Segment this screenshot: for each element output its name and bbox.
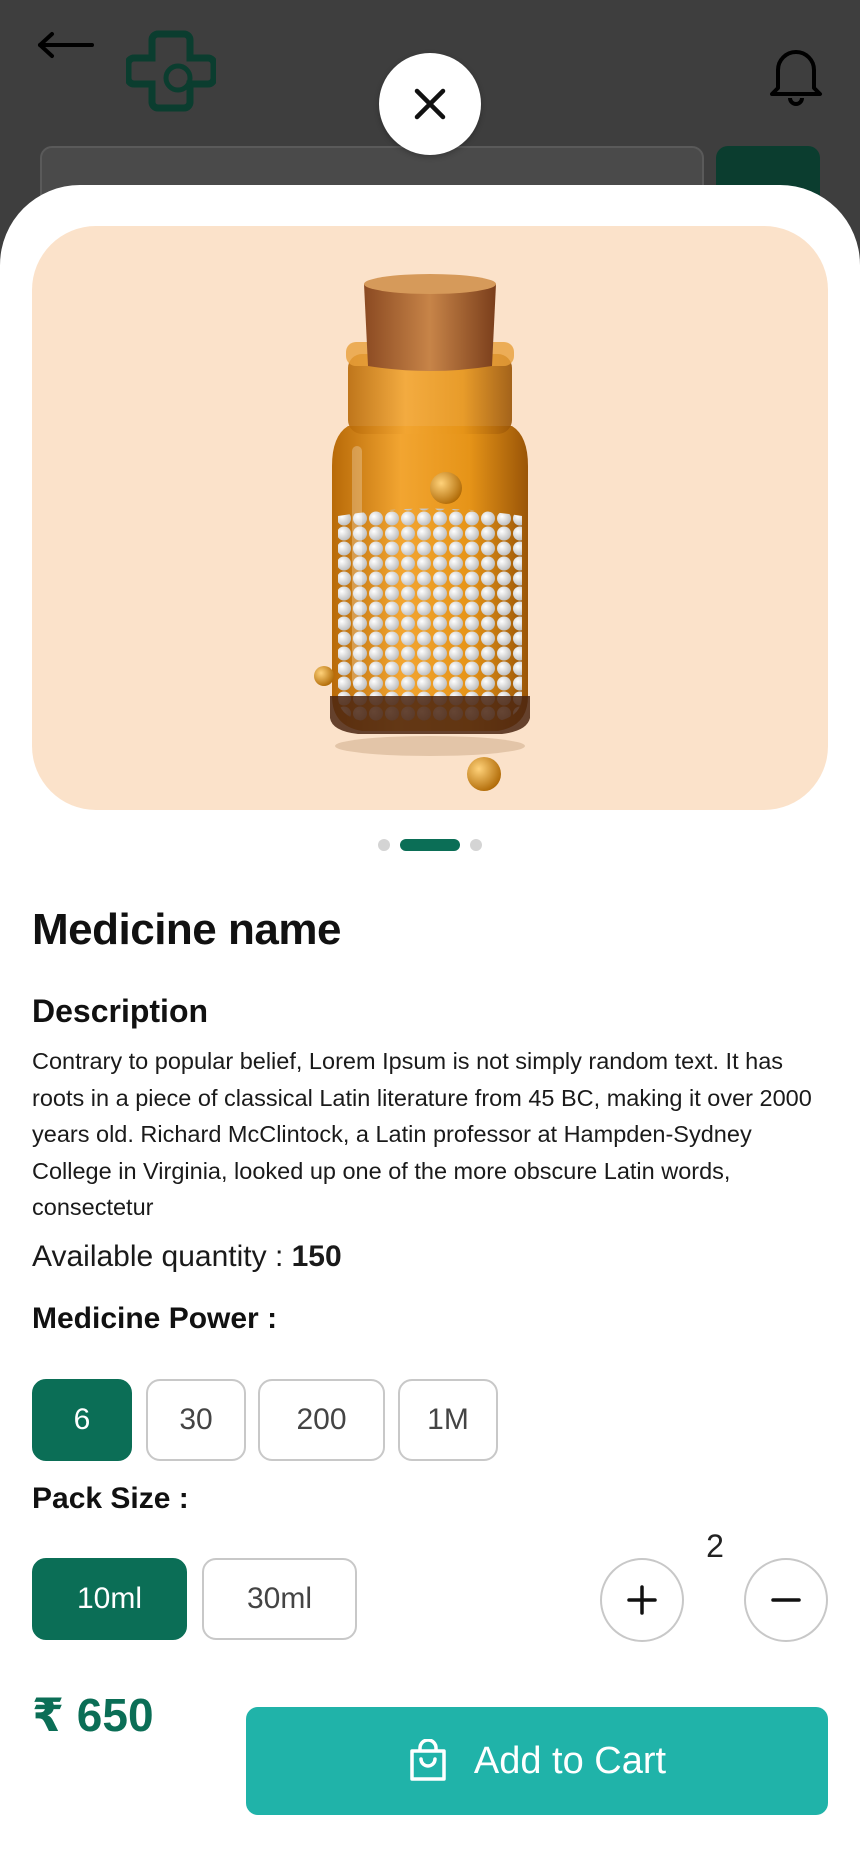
product-name: Medicine name [32, 905, 341, 954]
decrease-quantity-button[interactable] [744, 1558, 828, 1642]
shopping-bag-icon [410, 1739, 446, 1781]
add-to-cart-label: Add to Cart [473, 1739, 667, 1782]
available-quantity: Available quantity : 150 [32, 1240, 342, 1274]
product-image [32, 226, 828, 810]
add-to-cart-button[interactable]: Add to Cart [246, 1707, 828, 1815]
price: ₹ 650 [32, 1689, 154, 1741]
plus-icon [627, 1585, 657, 1615]
power-option-200[interactable]: 200 [258, 1379, 385, 1461]
pack-size-label: Pack Size : [32, 1482, 189, 1515]
available-quantity-value: 150 [291, 1240, 342, 1273]
description-text: Contrary to popular belief, Lorem Ipsum … [32, 1048, 812, 1220]
medicine-bottle-image [314, 274, 530, 791]
arrow-left-icon[interactable] [36, 30, 96, 60]
pack-option-10ml[interactable]: 10ml [32, 1558, 187, 1640]
carousel-indicator [0, 838, 860, 852]
carousel-dot[interactable] [470, 839, 482, 851]
quantity-value: 2 [706, 1528, 724, 1564]
carousel-dot-active[interactable] [400, 839, 460, 851]
bell-icon[interactable] [768, 44, 824, 106]
pack-option-30ml[interactable]: 30ml [202, 1558, 357, 1640]
description-heading: Description [32, 993, 209, 1029]
carousel-dot[interactable] [378, 839, 390, 851]
power-option-6[interactable]: 6 [32, 1379, 132, 1461]
medical-cross-logo [126, 30, 216, 112]
minus-icon [771, 1598, 801, 1602]
power-option-30[interactable]: 30 [146, 1379, 246, 1461]
close-button[interactable] [379, 53, 481, 155]
increase-quantity-button[interactable] [600, 1558, 684, 1642]
close-icon [414, 88, 446, 120]
product-detail-sheet: Medicine name Description Contrary to po… [0, 185, 860, 1864]
medicine-power-label: Medicine Power : [32, 1302, 278, 1335]
available-quantity-label: Available quantity : [32, 1240, 292, 1273]
power-option-1m[interactable]: 1M [398, 1379, 498, 1461]
